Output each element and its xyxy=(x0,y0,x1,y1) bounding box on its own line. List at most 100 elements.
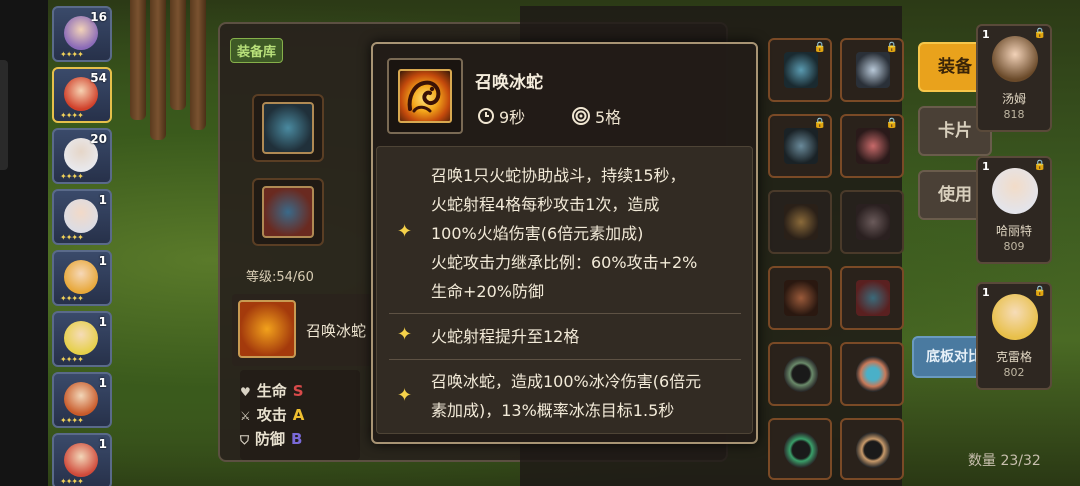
effect-item: ✦ 火蛇射程提升至12格 xyxy=(377,319,752,355)
hero-level: 1 xyxy=(98,193,107,207)
hero-stars: ✦✦✦✦ xyxy=(60,50,84,59)
stat-hp: ♥ 生命 S xyxy=(240,380,304,401)
character-name: 克雷格 xyxy=(995,350,1032,364)
inventory-item[interactable] xyxy=(840,190,904,254)
inventory-item[interactable] xyxy=(768,190,832,254)
robe-icon xyxy=(856,280,890,316)
character-card[interactable]: 1 🔒 哈丽特 809 xyxy=(976,156,1052,264)
effect-item: ✦ 召唤1只火蛇协助战斗，持续15秒， 火蛇射程4格每秒攻击1次，造成 100%… xyxy=(377,159,752,307)
hero-portrait xyxy=(64,199,98,233)
hero-slot[interactable]: 1 ✦✦✦✦ xyxy=(52,189,112,245)
character-card[interactable]: 1 🔒 汤姆 818 xyxy=(976,24,1052,132)
hero-level: 1 xyxy=(98,254,107,268)
hero-level: 1 xyxy=(98,437,107,451)
hero-slot[interactable]: 1 ✦✦✦✦ xyxy=(52,433,112,486)
armor-icon xyxy=(856,204,890,240)
ring-icon xyxy=(784,356,818,392)
stat-grade: B xyxy=(291,430,303,448)
character-score: 802 xyxy=(1003,366,1025,379)
skill-title: 召唤冰蛇 xyxy=(475,73,543,93)
hero-slot[interactable]: 1 ✦✦✦✦ xyxy=(52,372,112,428)
effect-item: ✦ 召唤冰蛇，造成100%冰冷伤害(6倍元 素加成)，13%概率冰冻目标1.5秒 xyxy=(377,365,752,429)
fire-snake-skill-icon xyxy=(238,300,296,358)
lock-icon: 🔒 xyxy=(1033,28,1046,39)
inventory-item[interactable]: 🔒 xyxy=(840,114,904,178)
hero-slot[interactable]: 1 ✦✦✦✦ xyxy=(52,311,112,367)
inventory-item[interactable] xyxy=(768,342,832,406)
inventory-item[interactable] xyxy=(840,418,904,480)
hero-slot[interactable]: 1 ✦✦✦✦ xyxy=(52,250,112,306)
hero-portrait xyxy=(64,443,98,477)
effect-divider xyxy=(389,313,741,314)
character-level: 1 xyxy=(982,28,990,41)
hero-level: 16 xyxy=(90,10,107,24)
hero-stars: ✦✦✦✦ xyxy=(60,416,84,425)
edge-notch xyxy=(0,60,8,170)
equipment-storage-tag[interactable]: 装备库 xyxy=(230,38,284,63)
skill-tooltip-popup: 召唤冰蛇 9秒 5格 ✦ 召唤1只火蛇协助战斗，持续15秒， 火蛇射程4格每秒攻… xyxy=(371,42,758,444)
skill-row-name: 召唤冰蛇 xyxy=(306,322,367,340)
trident-icon xyxy=(784,128,818,164)
armor-slot[interactable] xyxy=(252,178,324,246)
inventory-item[interactable]: 🔒 xyxy=(768,114,832,178)
hero-level: 54 xyxy=(90,71,107,85)
hero-slot[interactable]: 20 ✦✦✦✦ xyxy=(52,128,112,184)
lock-icon: 🔒 xyxy=(1033,160,1046,171)
stat-defense: ⛉ 防御 B xyxy=(240,428,302,449)
effect-divider xyxy=(389,359,741,360)
fence-stake xyxy=(130,0,146,120)
hero-stars: ✦✦✦✦ xyxy=(60,111,84,120)
character-portrait xyxy=(992,294,1038,340)
character-portrait xyxy=(992,168,1038,214)
hero-level-text: 等级:54/60 xyxy=(246,270,314,285)
character-score: 818 xyxy=(1003,108,1025,121)
inventory-item[interactable] xyxy=(768,266,832,330)
inventory-item[interactable] xyxy=(840,342,904,406)
clock-icon xyxy=(478,108,494,124)
stat-label: 攻击 xyxy=(256,406,287,424)
range-value: 5格 xyxy=(595,108,622,127)
stat-grade: S xyxy=(292,382,304,400)
weapon-item xyxy=(262,102,314,154)
effect-text: 火蛇射程提升至12格 xyxy=(431,327,580,346)
skill-icon-frame xyxy=(387,58,463,134)
hero-stars: ✦✦✦✦ xyxy=(60,355,84,364)
hero-portrait xyxy=(64,260,98,294)
hero-stars: ✦✦✦✦ xyxy=(60,172,84,181)
inventory-item[interactable]: 🔒 xyxy=(840,38,904,102)
staff-icon xyxy=(856,52,890,88)
stat-label: 防御 xyxy=(255,430,286,448)
lock-icon: 🔒 xyxy=(885,118,898,129)
weapon-slot[interactable] xyxy=(252,94,324,162)
stat-label: 生命 xyxy=(256,382,287,400)
hero-slot-selected[interactable]: 54 ✦✦✦✦ xyxy=(52,67,112,123)
armor-item xyxy=(262,186,314,238)
armor-icon xyxy=(784,204,818,240)
character-name: 哈丽特 xyxy=(995,224,1032,238)
cooldown-meta: 9秒 xyxy=(477,104,525,128)
sparkle-icon: ✦ xyxy=(397,221,413,242)
hero-list: 16 ✦✦✦✦ 54 ✦✦✦✦ 20 ✦✦✦✦ 1 ✦✦✦✦ 1 ✦✦✦✦ 1 … xyxy=(52,6,116,486)
character-card[interactable]: 1 🔒 克雷格 802 xyxy=(976,282,1052,390)
range-meta: 5格 xyxy=(571,104,621,128)
stat-grade: A xyxy=(292,406,305,424)
inventory-item[interactable] xyxy=(840,266,904,330)
hero-portrait xyxy=(64,321,98,355)
staff-icon xyxy=(784,52,818,88)
lock-icon: 🔒 xyxy=(813,42,826,53)
inventory-item[interactable]: 🔒 xyxy=(768,38,832,102)
ring-icon xyxy=(784,432,818,468)
hero-portrait xyxy=(64,382,98,416)
inventory-count: 数量 23/32 xyxy=(968,453,1041,469)
lock-icon: 🔒 xyxy=(813,118,826,129)
effect-text: 召唤1只火蛇协助战斗，持续15秒， 火蛇射程4格每秒攻击1次，造成 100%火焰… xyxy=(431,166,698,301)
hero-level: 1 xyxy=(98,376,107,390)
inventory-item[interactable] xyxy=(768,418,832,480)
fence-stake xyxy=(170,0,186,110)
hero-slot[interactable]: 16 ✦✦✦✦ xyxy=(52,6,112,62)
ring-icon xyxy=(856,432,890,468)
screen-edge xyxy=(0,0,48,486)
stat-attack: ⚔ 攻击 A xyxy=(240,404,304,425)
target-icon xyxy=(572,107,590,125)
skill-effects-box: ✦ 召唤1只火蛇协助战斗，持续15秒， 火蛇射程4格每秒攻击1次，造成 100%… xyxy=(376,146,753,434)
